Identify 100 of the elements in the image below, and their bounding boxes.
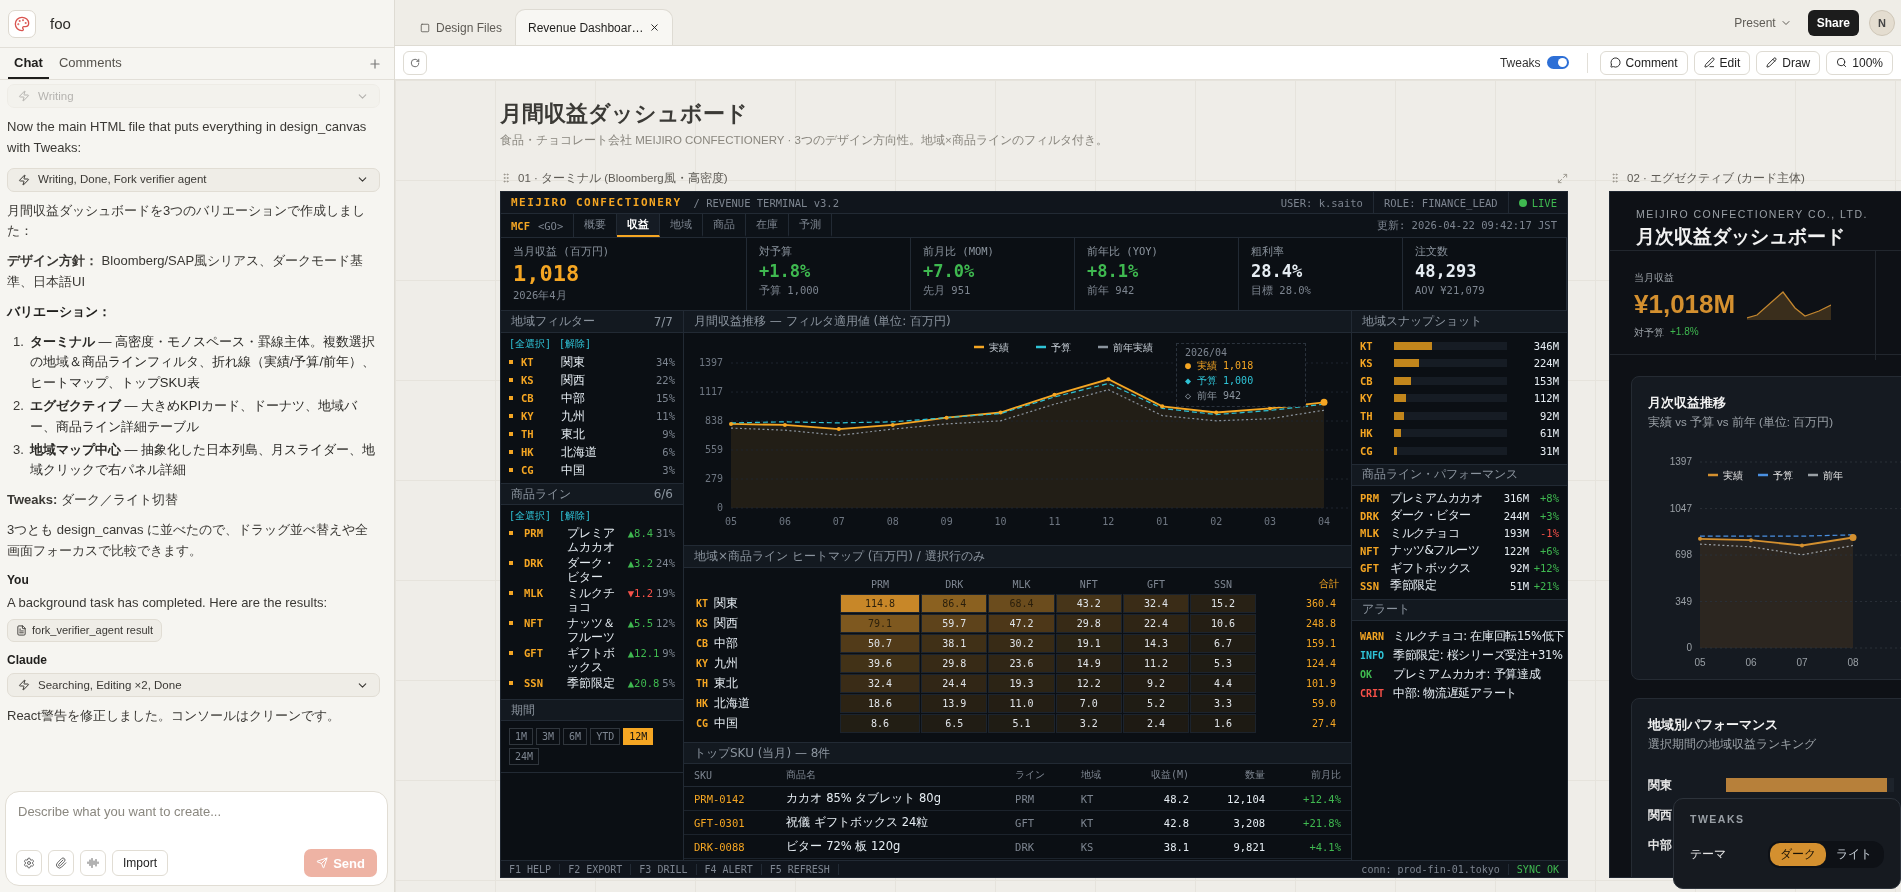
list-number: 2.	[13, 396, 24, 415]
close-icon[interactable]	[649, 22, 661, 33]
column-header: 合計	[1318, 577, 1340, 591]
toolbar-button[interactable]: 100%	[1826, 50, 1893, 75]
region-filter-item[interactable]: CB 中部 15%	[501, 389, 683, 407]
period-button[interactable]: 12M	[623, 728, 654, 745]
toolbar-button[interactable]: Edit	[1693, 50, 1751, 75]
table-cell: DRK-0088	[684, 834, 777, 859]
axis-tick-label: 08	[886, 516, 899, 527]
panel-tab[interactable]: Chat	[8, 48, 49, 79]
heatmap-cell: 1.6	[1190, 714, 1257, 733]
product-change: +3%	[1539, 509, 1559, 522]
product-filter-item[interactable]: PRM プレミアムカカオ ▲8.4 31%	[501, 525, 683, 555]
panel-tab[interactable]: Comments	[52, 48, 128, 79]
tooltip-value: ◇ 前年 942	[1185, 389, 1243, 403]
function-key[interactable]: F4 ALERT	[696, 863, 762, 875]
document-tab[interactable]: Revenue Dashboar…	[515, 9, 674, 45]
filter-link[interactable]: [解除]	[559, 337, 592, 351]
function-key[interactable]: F2 EXPORT	[560, 863, 632, 875]
tweaks-toggle[interactable]	[1546, 56, 1569, 69]
product-code: DRK	[1360, 509, 1380, 522]
product-filter-item[interactable]: MLK ミルクチョコ ▼1.2 19%	[501, 585, 683, 615]
terminal-tab[interactable]: 地域	[660, 214, 704, 237]
region-code: KS	[1360, 357, 1374, 370]
region-filter-item[interactable]: KT 関東 34%	[501, 353, 683, 371]
card-title: 地域別パフォーマンス	[1648, 717, 1779, 734]
kpi-note: 先月 951	[923, 283, 972, 298]
kpi-value: 1,018	[513, 262, 581, 287]
terminal-tab[interactable]: 収益	[617, 214, 661, 237]
region-name: 九州	[561, 408, 586, 424]
function-key[interactable]: F5 REFRESH	[761, 863, 839, 875]
tool-call-summary[interactable]: Searching, Editing ×2, Done	[7, 673, 380, 698]
table-cell: KS	[1070, 834, 1124, 859]
filter-link[interactable]: [解除]	[559, 509, 592, 523]
data-point	[1749, 538, 1753, 543]
alert-text: 中部: 物流遅延アラート	[1393, 685, 1518, 701]
function-key[interactable]: F1 HELP	[501, 863, 561, 875]
drag-handle-icon[interactable]	[1609, 172, 1621, 184]
toolbar-button[interactable]: Draw	[1756, 50, 1821, 75]
period-button[interactable]: 6M	[563, 728, 588, 745]
theme-option[interactable]: ダーク	[1770, 843, 1826, 866]
row-total: 124.4	[1304, 657, 1337, 671]
column-header: 地域	[1070, 764, 1124, 787]
product-change: +21%	[1532, 579, 1559, 592]
row-total: 159.1	[1304, 637, 1337, 651]
region-share: 3%	[662, 464, 675, 476]
toolbar-button[interactable]: Comment	[1599, 50, 1688, 75]
column-header: 前月比	[1275, 764, 1351, 787]
connection-label: conn: prod-fin-01.tokyo	[1360, 863, 1501, 875]
alert-tag: CRIT	[1360, 687, 1393, 699]
document-icon	[16, 624, 27, 636]
import-button[interactable]: Import	[112, 850, 168, 876]
product-name: ダーク・ビター	[1390, 507, 1471, 525]
period-button[interactable]: 24M	[509, 748, 540, 765]
file-chip[interactable]: fork_verifier_agent result	[7, 618, 163, 643]
region-filter-item[interactable]: KY 九州 11%	[501, 407, 683, 425]
user-avatar[interactable]: N	[1869, 9, 1895, 36]
filter-link[interactable]: [全選択]	[509, 509, 552, 523]
go-command[interactable]: <GO>	[537, 219, 564, 232]
filter-link[interactable]: [全選択]	[509, 337, 552, 351]
axis-tick-label: 0	[1686, 642, 1692, 653]
axis-tick-label: 05	[725, 516, 737, 527]
theme-option[interactable]: ライト	[1826, 843, 1882, 866]
product-filter-item[interactable]: GFT ギフトボックス ▲12.1 9%	[501, 645, 683, 675]
region-filter-item[interactable]: CG 中国 3%	[501, 461, 683, 479]
region-name: 北海道	[561, 444, 598, 460]
tool-call-summary[interactable]: Writing, Done, Fork verifier agent	[7, 167, 380, 192]
prompt-field[interactable]: Describe what you want to create... Import Send	[5, 791, 388, 886]
section-title: アラート	[1362, 601, 1410, 618]
column-header: ライン	[1005, 764, 1071, 787]
heatmap-cell: 3.2	[1055, 714, 1122, 733]
period-button[interactable]: 1M	[509, 728, 534, 745]
product-filter-item[interactable]: SSN 季節限定 ▲20.8 5%	[501, 675, 683, 693]
share-button[interactable]: Share	[1807, 9, 1859, 36]
function-key[interactable]: F3 DRILL	[631, 863, 697, 875]
row-header: CG 中国	[695, 715, 740, 732]
region-filter-item[interactable]: TH 東北 9%	[501, 425, 683, 443]
waveform-icon[interactable]	[80, 850, 106, 876]
palette-icon[interactable]	[8, 9, 36, 38]
drag-handle-icon[interactable]	[500, 172, 512, 184]
present-menu[interactable]: Present	[1728, 14, 1798, 31]
terminal-tab[interactable]: 在庫	[746, 214, 790, 237]
expand-icon[interactable]	[1557, 172, 1568, 184]
period-button[interactable]: 3M	[536, 728, 561, 745]
document-tab[interactable]: Design Files	[407, 9, 516, 45]
product-change: ▼1.2	[627, 586, 654, 600]
heatmap-cell: 59.7	[921, 614, 988, 633]
settings-icon[interactable]	[16, 850, 42, 876]
product-filter-item[interactable]: DRK ダーク・ビター ▲3.2 24%	[501, 555, 683, 585]
data-point	[890, 422, 895, 427]
region-filter-item[interactable]: HK 北海道 6%	[501, 443, 683, 461]
period-button[interactable]: YTD	[590, 728, 621, 745]
region-filter-item[interactable]: KS 関西 22%	[501, 371, 683, 389]
terminal-tab[interactable]: 商品	[703, 214, 747, 237]
heatmap-cell: 5.2	[1122, 694, 1189, 713]
terminal-tab[interactable]: 予測	[789, 214, 833, 237]
paperclip-icon[interactable]	[48, 850, 74, 876]
region-share: 34%	[656, 356, 675, 368]
product-filter-item[interactable]: NFT ナッツ＆フルーツ ▲5.5 12%	[501, 615, 683, 645]
reload-icon[interactable]	[403, 50, 427, 75]
